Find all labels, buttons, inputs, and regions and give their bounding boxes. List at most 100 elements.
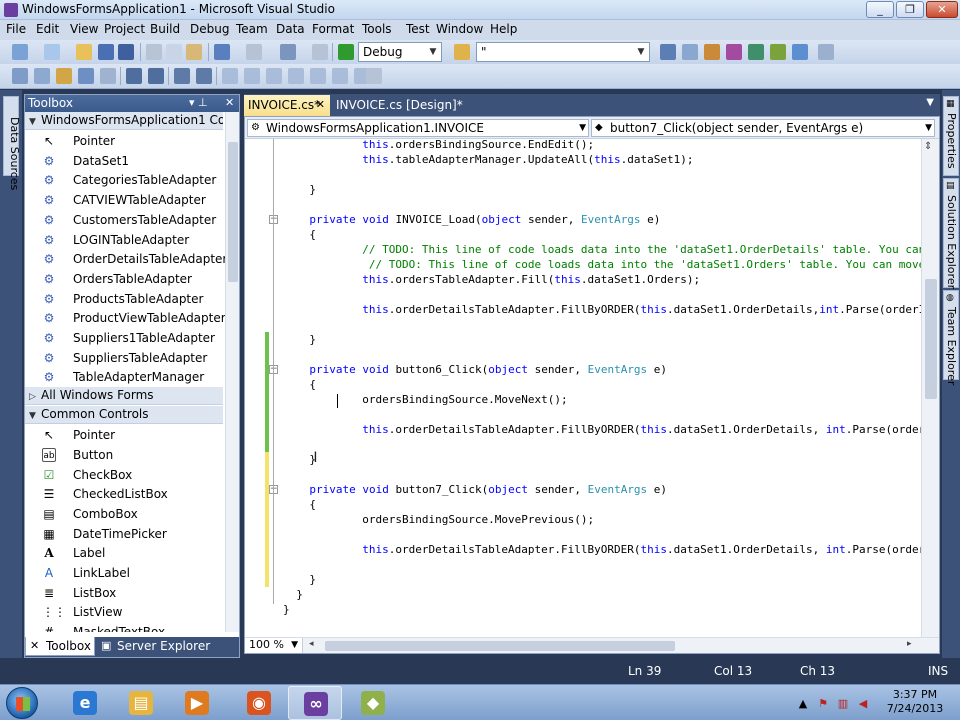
clock[interactable]: 3:37 PM 7/24/2013 bbox=[880, 688, 950, 716]
word-completion-icon[interactable] bbox=[78, 68, 94, 84]
copy-icon[interactable] bbox=[166, 44, 182, 60]
toolbox-item[interactable]: ⚙ TableAdapterManager bbox=[25, 367, 223, 387]
next-bookmark-in-folder-icon[interactable] bbox=[310, 68, 326, 84]
toolbox-item[interactable]: ⚙ Suppliers1TableAdapter bbox=[25, 328, 223, 348]
collapse-icon[interactable]: ▼ bbox=[29, 114, 41, 129]
start-page-icon[interactable] bbox=[770, 44, 786, 60]
save-all-icon[interactable] bbox=[118, 44, 134, 60]
toolbox-toolbar-icon[interactable] bbox=[726, 44, 742, 60]
save-icon[interactable] bbox=[98, 44, 114, 60]
tab-invoice-cs[interactable]: INVOICE.cs* ✕ bbox=[244, 95, 330, 116]
toolbox-item[interactable]: ↖ Pointer bbox=[25, 425, 223, 445]
quick-info-icon[interactable] bbox=[56, 68, 72, 84]
tab-invoice-design[interactable]: INVOICE.cs [Design]* bbox=[332, 95, 463, 116]
toolbox-group-all-forms[interactable]: ▷ All Windows Forms bbox=[25, 387, 223, 406]
menu-edit[interactable]: Edit bbox=[36, 22, 59, 36]
properties-tab[interactable]: ▦ Properties bbox=[943, 96, 959, 176]
tab-server-explorer[interactable]: ▣ Server Explorer bbox=[97, 637, 227, 656]
maximize-button[interactable]: ❐ bbox=[896, 1, 924, 18]
toolbox-item[interactable]: ▤ ComboBox bbox=[25, 504, 223, 524]
toolbox-item[interactable]: ⚙ LOGINTableAdapter bbox=[25, 230, 223, 250]
toolbox-item[interactable]: A Label bbox=[25, 543, 223, 563]
minimize-button[interactable]: _ bbox=[866, 1, 894, 18]
scrollbar-thumb[interactable] bbox=[925, 279, 937, 399]
start-button[interactable] bbox=[6, 687, 38, 719]
toolbox-item[interactable]: ⚙ DataSet1 bbox=[25, 151, 223, 171]
previous-bookmark-in-folder-icon[interactable] bbox=[288, 68, 304, 84]
menu-view[interactable]: View bbox=[70, 22, 98, 36]
scrollbar-thumb[interactable] bbox=[228, 142, 238, 282]
toolbox-item[interactable]: ☑ CheckBox bbox=[25, 465, 223, 485]
menu-project[interactable]: Project bbox=[104, 22, 145, 36]
scroll-right-icon[interactable]: ▸ bbox=[907, 639, 912, 649]
next-bookmark-icon[interactable] bbox=[266, 68, 282, 84]
command-window-icon[interactable] bbox=[792, 44, 808, 60]
menu-build[interactable]: Build bbox=[150, 22, 180, 36]
chevron-down-icon[interactable]: ▼ bbox=[926, 97, 934, 108]
word-wrap-icon[interactable] bbox=[100, 68, 116, 84]
scrollbar-thumb[interactable] bbox=[325, 641, 675, 651]
previous-bookmark-icon[interactable] bbox=[244, 68, 260, 84]
toolbox-item[interactable]: ☰ CheckedListBox bbox=[25, 484, 223, 504]
menu-file[interactable]: File bbox=[6, 22, 26, 36]
editor-horizontal-scrollbar[interactable]: 100 % ▼ ◂ ▸ bbox=[245, 637, 939, 653]
navigate-backward-icon[interactable] bbox=[280, 44, 296, 60]
close-icon[interactable]: ✕ bbox=[316, 95, 325, 115]
action-center-icon[interactable]: ⚑ bbox=[816, 697, 830, 711]
toolbox-item[interactable]: ⚙ OrdersTableAdapter bbox=[25, 269, 223, 289]
object-browser-icon[interactable] bbox=[704, 44, 720, 60]
taskbar-app[interactable]: ▶ bbox=[170, 686, 224, 720]
clear-bookmarks-icon[interactable] bbox=[366, 68, 382, 84]
class-combo[interactable]: ⚙ WindowsFormsApplication1.INVOICE ▼ bbox=[247, 119, 589, 137]
menu-window[interactable]: Window bbox=[436, 22, 483, 36]
toolbox-group-common[interactable]: ▼ Common Controls bbox=[25, 406, 223, 425]
decrease-indent-icon[interactable] bbox=[126, 68, 142, 84]
menu-test[interactable]: Test bbox=[406, 22, 430, 36]
menu-data[interactable]: Data bbox=[276, 22, 305, 36]
bookmark-icon[interactable] bbox=[222, 68, 238, 84]
close-icon[interactable]: ✕ bbox=[225, 96, 234, 109]
taskbar-app[interactable]: e bbox=[58, 686, 112, 720]
menu-format[interactable]: Format bbox=[312, 22, 354, 36]
toolbox-item[interactable]: ⚙ ProductsTableAdapter bbox=[25, 289, 223, 309]
menu-help[interactable]: Help bbox=[490, 22, 517, 36]
new-project-icon[interactable] bbox=[12, 44, 28, 60]
network-icon[interactable]: ▥ bbox=[836, 697, 850, 711]
solution-explorer-icon[interactable] bbox=[660, 44, 676, 60]
increase-indent-icon[interactable] bbox=[148, 68, 164, 84]
team-explorer-tab[interactable]: ◍ Team Explorer bbox=[943, 290, 959, 385]
collapse-icon[interactable]: ▼ bbox=[29, 408, 41, 423]
toolbox-item[interactable]: A LinkLabel bbox=[25, 563, 223, 583]
comment-lines-icon[interactable] bbox=[174, 68, 190, 84]
properties-icon[interactable] bbox=[682, 44, 698, 60]
navigate-forward-icon[interactable] bbox=[312, 44, 328, 60]
previous-bookmark-in-document-icon[interactable] bbox=[332, 68, 348, 84]
toolbox-item[interactable]: ⋮⋮ ListView bbox=[25, 602, 223, 622]
toolbox-item[interactable]: # MaskedTextBox bbox=[25, 622, 223, 632]
taskbar-app[interactable]: ∞ bbox=[288, 686, 342, 720]
toolbox-item[interactable]: ≣ ListBox bbox=[25, 583, 223, 603]
parameter-info-icon[interactable] bbox=[34, 68, 50, 84]
taskbar-app[interactable]: ◉ bbox=[232, 686, 286, 720]
expand-icon[interactable]: ▷ bbox=[29, 389, 41, 404]
toolbar-options-icon[interactable] bbox=[818, 44, 834, 60]
undo-icon[interactable] bbox=[214, 44, 230, 60]
volume-icon[interactable]: ◀ bbox=[856, 697, 870, 711]
open-file-icon[interactable] bbox=[76, 44, 92, 60]
redo-icon[interactable] bbox=[246, 44, 262, 60]
zoom-combo[interactable]: 100 % ▼ bbox=[245, 638, 303, 653]
pin-icon[interactable]: ▾ ⊥ bbox=[189, 96, 208, 109]
toolbox-item[interactable]: ⚙ CategoriesTableAdapter bbox=[25, 170, 223, 190]
uncomment-lines-icon[interactable] bbox=[196, 68, 212, 84]
tab-toolbox[interactable]: ✕ Toolbox bbox=[25, 637, 95, 656]
splitter-icon[interactable]: ⇕ bbox=[924, 141, 932, 152]
cut-icon[interactable] bbox=[146, 44, 162, 60]
paste-icon[interactable] bbox=[186, 44, 202, 60]
solution-config-combo[interactable]: Debug ▼ bbox=[358, 42, 442, 62]
editor-vertical-scrollbar[interactable]: ⇕ bbox=[921, 139, 939, 637]
toolbox-item[interactable]: ↖ Pointer bbox=[25, 131, 223, 151]
taskbar-app[interactable]: ◆ bbox=[346, 686, 400, 720]
toolbox-item[interactable]: ⚙ ProductViewTableAdapter bbox=[25, 308, 225, 328]
menu-team[interactable]: Team bbox=[236, 22, 268, 36]
extension-manager-icon[interactable] bbox=[748, 44, 764, 60]
